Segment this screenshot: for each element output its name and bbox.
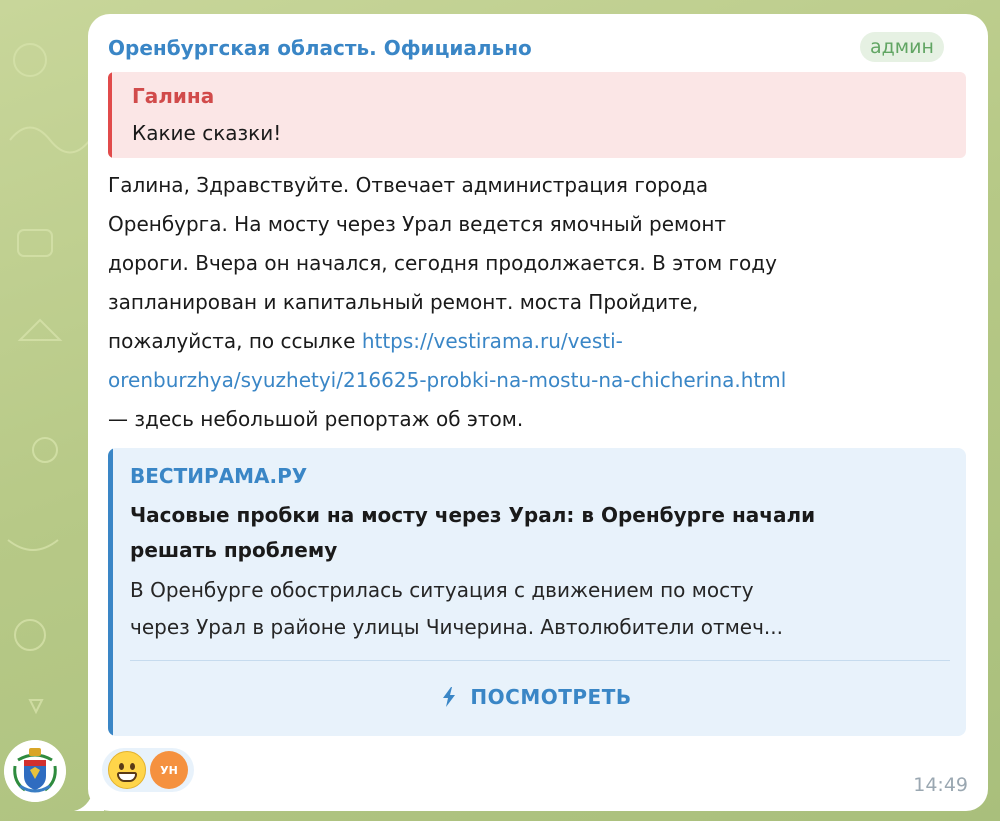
lightning-icon [443,687,456,707]
message-line: пожалуйста, по ссылке https://vestirama.… [108,322,978,361]
channel-avatar[interactable] [4,740,66,802]
message-time: 14:49 [913,774,968,796]
reply-accent-bar [108,72,112,158]
message-line: дороги. Вчера он начался, сегодня продол… [108,251,777,275]
link-preview-card[interactable]: ВЕСТИРАМА.РУ Часовые пробки на мосту чер… [108,448,966,736]
emoji-left-eye [119,763,124,770]
reaction-user-avatar[interactable]: УН [150,751,188,789]
preview-title-line: решать проблему [130,538,338,562]
reactions-bar[interactable]: УН [102,748,194,792]
message-line: — здесь небольшой репортаж об этом. [108,407,524,431]
view-button-label: ПОСМОТРЕТЬ [470,685,632,709]
message-line: orenburzhya/syuzhetyi/216625-probki-na-m… [108,361,978,400]
message-line: запланирован и капитальный ремонт. моста… [108,290,699,314]
preview-description-line: через Урал в районе улицы Чичерина. Авто… [130,615,783,639]
reply-quote[interactable]: Галина Какие сказки! [108,72,966,158]
message-line-prefix: пожалуйста, по ссылке [108,329,362,353]
preview-description: В Оренбурге обострилась ситуация с движе… [130,572,960,646]
coat-of-arms-icon [4,740,66,802]
emoji-mouth [117,772,137,782]
reply-author: Галина [132,84,215,108]
preview-title: Часовые пробки на мосту через Урал: в Ор… [130,498,960,568]
preview-divider [130,660,950,661]
article-link[interactable]: https://vestirama.ru/vesti- [362,329,623,353]
preview-description-line: В Оренбурге обострилась ситуация с движе… [130,578,754,602]
emoji-right-eye [130,763,135,770]
view-button[interactable]: ПОСМОТРЕТЬ [108,662,966,732]
message-text: Галина, Здравствуйте. Отвечает администр… [108,166,978,439]
grinning-face-reaction-icon[interactable] [108,751,146,789]
article-link-continued[interactable]: orenburzhya/syuzhetyi/216625-probki-na-m… [108,368,786,392]
admin-badge: админ [860,32,944,62]
message-line: Галина, Здравствуйте. Отвечает администр… [108,173,709,197]
message-bubble[interactable]: Оренбургская область. Официально админ Г… [88,14,988,811]
channel-name[interactable]: Оренбургская область. Официально [108,36,532,60]
reply-text: Какие сказки! [132,121,282,145]
preview-title-line: Часовые пробки на мосту через Урал: в Ор… [130,503,816,527]
message-line: Оренбурга. На мосту через Урал ведется я… [108,212,727,236]
preview-site-name: ВЕСТИРАМА.РУ [130,464,308,488]
